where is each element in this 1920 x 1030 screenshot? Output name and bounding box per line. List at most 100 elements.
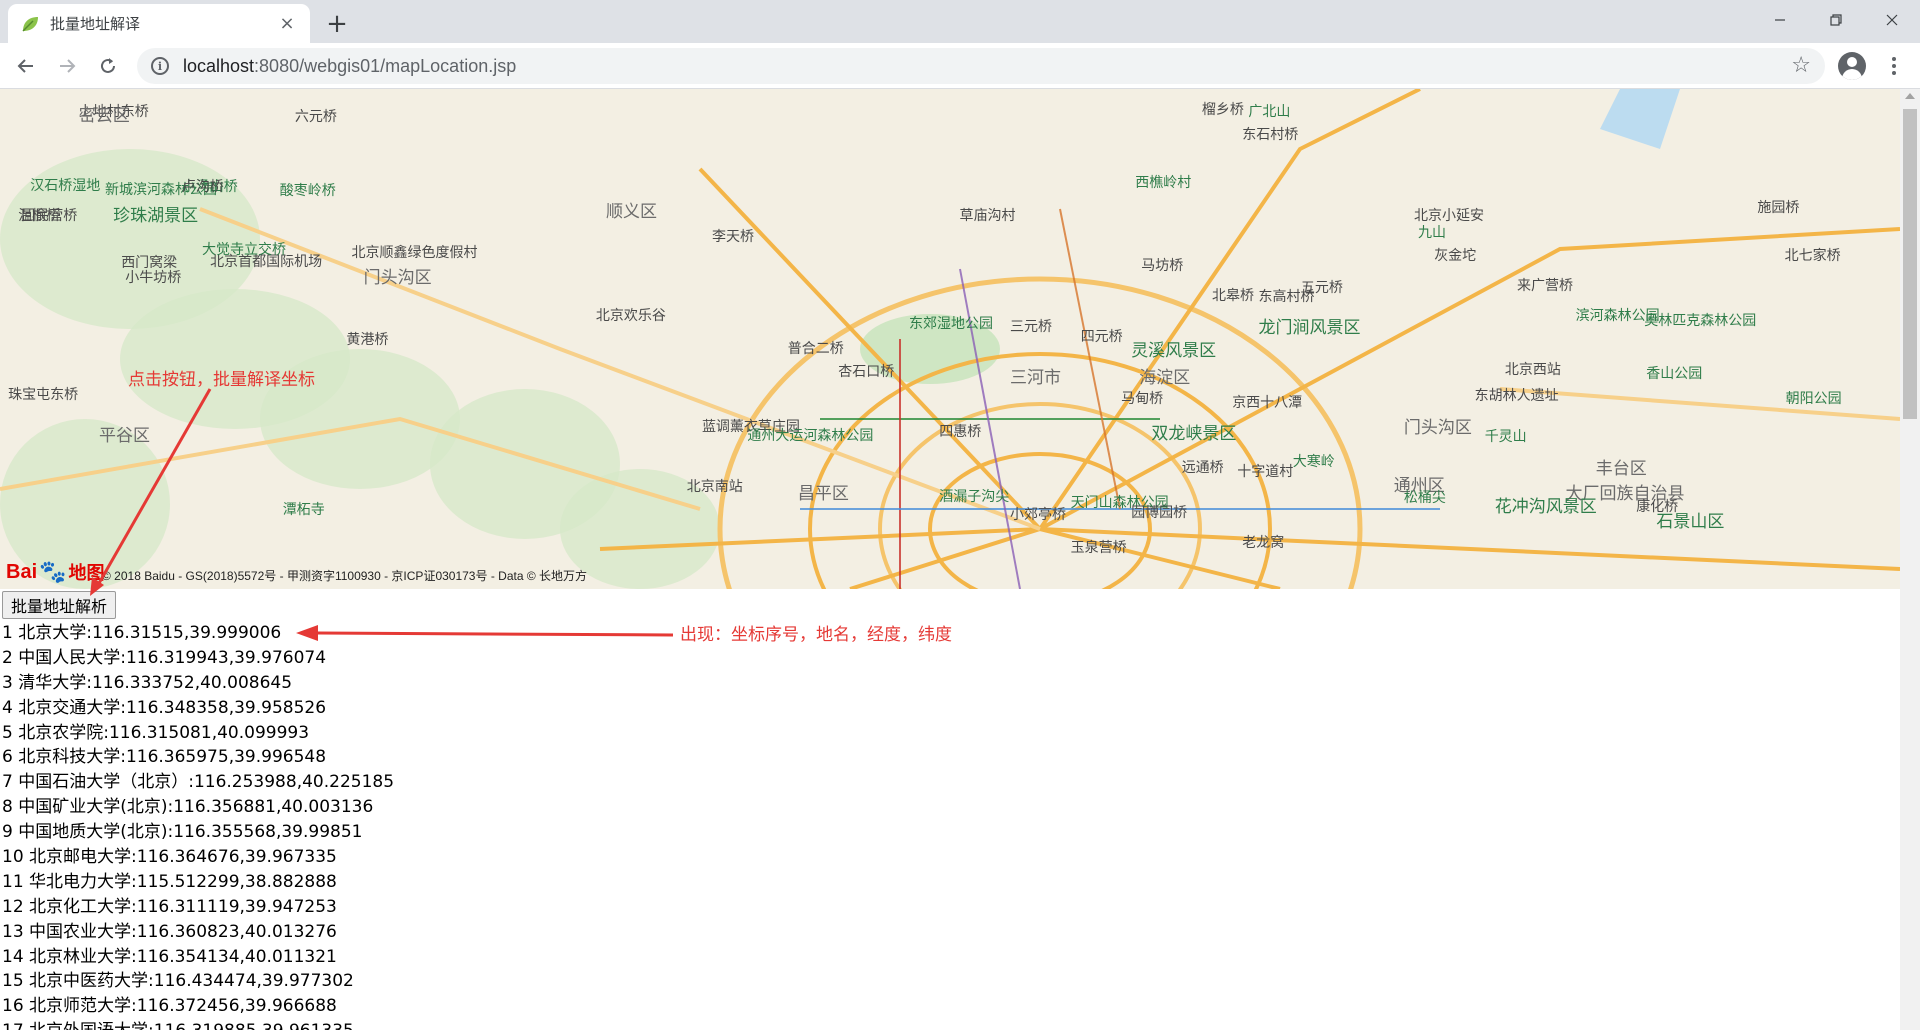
result-list: 1 北京大学:116.31515,39.999006 2 中国人民大学:116.3… (2, 621, 394, 1030)
result-line: 5 北京农学院:116.315081,40.099993 (2, 722, 310, 743)
profile-avatar-icon[interactable] (1838, 52, 1866, 80)
annotation-result-format: 出现：坐标序号，地名，经度，纬度 (680, 625, 952, 645)
map-place-label: 大寒岭 (1292, 453, 1335, 470)
batch-parse-button[interactable]: 批量地址解析 (2, 591, 117, 619)
map-place-label: 老龙窝 (1242, 535, 1285, 552)
map-place-label: 东胡林人遗址 (1474, 388, 1559, 405)
result-line: 13 中国农业大学:116.360823,40.013276 (2, 921, 337, 942)
map-place-label: 北京顺鑫绿色度假村 (351, 244, 478, 261)
map-place-label: 北七家桥 (1784, 248, 1841, 265)
map-place-label: 海淀区 (1139, 367, 1191, 388)
result-line: 6 北京科技大学:116.365975,39.996548 (2, 747, 327, 768)
result-line: 17 北京外国语大学:116.319885,39.961335 (2, 1019, 394, 1030)
minimize-icon[interactable] (1752, 0, 1808, 40)
annotation-click-button: 点击按钮，批量解译坐标 (128, 370, 315, 390)
result-line: 9 中国地质大学(北京):116.355568,39.99851 (2, 822, 363, 843)
map-place-label: 康化桥 (1636, 498, 1679, 515)
map-place-label: 丰台区 (1595, 459, 1647, 480)
page-viewport: 上地村东桥 小汤山桥 酸枣岭桥 六元桥 顺义区 草庙沟村 西樵岭村 广北山 北京小延安 滨河森林公… (0, 89, 1920, 1030)
map-place-label: 广北山 (1248, 104, 1291, 121)
result-line: 4 北京交通大学:116.348358,39.958526 (2, 697, 327, 718)
map-place-label: 珠宝屯东桥 (8, 387, 79, 404)
page-scrollbar[interactable] (1900, 89, 1920, 1030)
map-place-label: 榴乡桥 (1201, 101, 1244, 118)
result-line: 14 北京林业大学:116.354134,40.011321 (2, 946, 337, 967)
map-place-label: 花冲沟风景区 (1494, 496, 1597, 517)
result-line: 7 中国石油大学（北京）:116.253988,40.225185 (2, 772, 395, 793)
back-icon[interactable] (10, 50, 42, 82)
map-place-label: 珍珠湖景区 (113, 206, 199, 227)
map-place-label: 四元桥 (1080, 329, 1123, 346)
result-line: 16 北京师范大学:116.372456,39.966688 (2, 996, 337, 1017)
url-host: localhost (183, 55, 255, 76)
result-line: 12 北京化工大学:116.311119,39.947253 (2, 896, 337, 917)
baidu-map-logo[interactable]: Bai 🐾 地图 (6, 559, 105, 585)
baidu-map[interactable]: 上地村东桥 小汤山桥 酸枣岭桥 六元桥 顺义区 草庙沟村 西樵岭村 广北山 北京小延安 滨河森林公… (0, 89, 1900, 589)
map-place-label: 千灵山 (1484, 428, 1527, 445)
reload-icon[interactable] (92, 50, 124, 82)
result-line: 10 北京邮电大学:116.364676,39.967335 (2, 847, 337, 868)
map-copyright: © 2018 Baidu - GS(2018)5572号 - 甲测资字11009… (102, 569, 588, 583)
restore-icon[interactable] (1808, 0, 1864, 40)
map-place-label: 通州大运河森林公园 (747, 428, 874, 445)
map-place-label: 东石村桥 (1242, 126, 1299, 143)
map-place-label: 李天桥 (712, 228, 755, 245)
map-place-label: 松桶尖 (1403, 490, 1446, 507)
map-place-label: 大觉寺立交桥 (202, 242, 286, 259)
map-place-label: 小郊亭桥 (1010, 507, 1066, 523)
map-place-label: 园博园桥 (1131, 504, 1188, 521)
map-place-label: 东郊湿地公园 (909, 316, 993, 333)
map-place-label: 来广营桥 (1517, 277, 1574, 294)
map-place-label: 十字道村 (1237, 463, 1294, 480)
scroll-up-arrow-icon[interactable] (1905, 93, 1915, 99)
map-place-label: 普合二桥 (787, 341, 844, 357)
url-path: :8080/webgis01/mapLocation.jsp (254, 55, 517, 76)
map-place-label: 杏石口桥 (838, 364, 895, 381)
map-place-label: 施园桥 (1757, 199, 1800, 216)
result-line: 8 中国矿业大学(北京):116.356881,40.003136 (2, 797, 374, 818)
scrollbar-thumb[interactable] (1903, 109, 1917, 419)
map-place-label: 马坊桥 (1141, 258, 1184, 274)
tab-title: 批量地址解译 (50, 15, 141, 33)
address-bar[interactable]: i localhost :8080/webgis01/mapLocation.j… (137, 48, 1825, 84)
site-info-icon[interactable]: i (151, 57, 169, 75)
map-place-label: 草庙沟村 (959, 208, 1016, 225)
map-place-label: 朝阳公园 (1785, 390, 1842, 407)
map-place-label: 玉泉营桥 (1070, 540, 1127, 557)
close-window-icon[interactable] (1864, 0, 1920, 40)
map-place-label: 京西十八潭 (1232, 394, 1303, 411)
new-tab-button[interactable]: + (322, 9, 352, 39)
result-line: 1 北京大学:116.31515,39.999006 (2, 623, 282, 643)
map-place-label: 酸枣岭桥 (279, 183, 336, 200)
bookmark-star-icon[interactable]: ☆ (1791, 53, 1811, 78)
map-place-label: 顺义区 (606, 201, 657, 222)
map-place-label: 酒漏子沟尖 (939, 488, 1010, 505)
map-place-label: 卢沟桥 (181, 179, 224, 196)
map-place-label: 昌平区 (797, 484, 849, 505)
map-place-label: 三河市 (1010, 367, 1061, 388)
map-place-label: 香山公园 (1646, 365, 1703, 382)
map-place-label: 北皋桥 (1212, 287, 1254, 304)
browser-tab[interactable]: 批量地址解译 × (8, 4, 310, 43)
browser-menu-icon[interactable] (1880, 52, 1908, 80)
result-line: 15 北京中医药大学:116.434474,39.977302 (2, 971, 354, 992)
browser-toolbar: i localhost :8080/webgis01/mapLocation.j… (0, 43, 1920, 89)
forward-icon[interactable] (51, 50, 83, 82)
close-tab-icon[interactable]: × (276, 13, 298, 35)
map-place-label: 西樵岭村 (1135, 175, 1192, 191)
map-place-label: 汉石桥湿地 (30, 178, 101, 195)
map-place-label: 平谷区 (99, 426, 150, 446)
baidu-paw-icon: 🐾 (39, 559, 67, 584)
map-place-label: 灰金坨 (1434, 248, 1477, 265)
map-place-label: 奥林匹克森林公园 (1644, 312, 1757, 329)
map-place-label: 三元桥 (1010, 319, 1052, 336)
map-place-label: 双龙峡景区 (1151, 423, 1237, 444)
map-place-label: 门头沟区 (363, 268, 432, 289)
result-line: 11 华北电力大学:115.512299,38.882888 (2, 871, 337, 892)
map-place-label: 小牛坊桥 (125, 269, 182, 286)
map-place-label: 灵溪风景区 (1131, 340, 1217, 361)
result-line: 3 清华大学:116.333752,40.008645 (2, 672, 293, 693)
map-place-label: 北京西站 (1504, 361, 1561, 378)
map-place-label: 马甸桥 (1121, 390, 1164, 407)
map-place-label: 北京欢乐谷 (595, 307, 666, 324)
